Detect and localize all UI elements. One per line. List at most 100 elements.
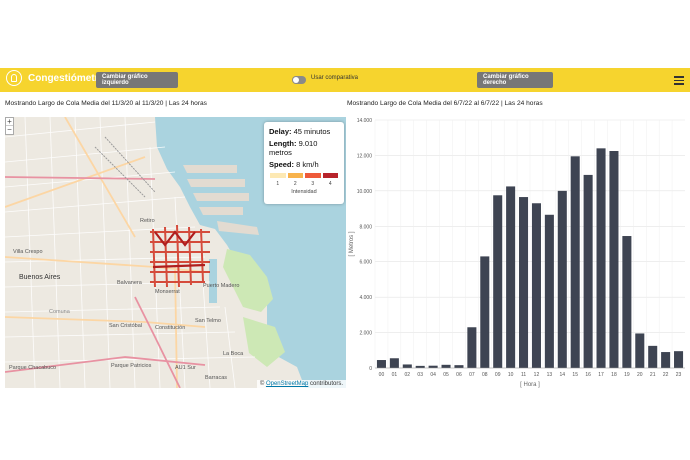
intensity-label-4: 4: [328, 181, 332, 187]
bar: [480, 256, 490, 368]
x-tick-label: 06: [456, 372, 462, 378]
svg-text:Parque Patricios: Parque Patricios: [111, 363, 152, 369]
svg-text:Comuna: Comuna: [49, 309, 71, 315]
bar: [415, 365, 425, 368]
x-tick-label: 14: [560, 372, 566, 378]
y-tick-label: 0: [369, 366, 372, 372]
x-tick-label: 16: [585, 372, 591, 378]
bar: [454, 365, 464, 368]
x-tick-label: 04: [430, 372, 436, 378]
map-attribution: © OpenStreetMap contributors.: [256, 380, 346, 388]
x-tick-label: 22: [663, 372, 669, 378]
bar: [661, 352, 671, 368]
svg-text:Buenos Aires: Buenos Aires: [19, 274, 61, 281]
y-tick-label: 6.000: [359, 260, 372, 266]
change-right-chart-button[interactable]: Cambiar gráfico derecho: [477, 72, 553, 88]
bar: [596, 148, 606, 368]
left-caption: Mostrando Largo de Cola Media del 11/3/2…: [5, 100, 207, 107]
x-tick-label: 17: [598, 372, 604, 378]
bar: [493, 195, 503, 368]
y-tick-label: 2.000: [359, 331, 372, 337]
x-tick-label: 09: [495, 372, 501, 378]
intensity-label-3: 3: [311, 181, 315, 187]
navbar: Congestiómetro Cambiar gráfico izquierdo…: [0, 68, 690, 92]
svg-text:Balvanera: Balvanera: [117, 280, 143, 286]
bar: [557, 190, 567, 368]
map-zoom-control: + −: [5, 117, 14, 135]
bar: [609, 151, 619, 368]
intensity-label-1: 1: [276, 181, 280, 187]
comparison-toggle-label: Usar comparativa: [311, 75, 359, 81]
comparison-toggle[interactable]: [292, 76, 306, 84]
x-tick-label: 08: [482, 372, 488, 378]
attribution-suffix: contributors.: [309, 381, 343, 387]
bar: [674, 351, 684, 368]
y-tick-label: 4.000: [359, 295, 372, 301]
bar: [428, 365, 438, 368]
delay-label: Delay:: [269, 127, 292, 136]
brand[interactable]: Congestiómetro: [6, 70, 105, 86]
toggle-knob: [293, 77, 299, 83]
x-tick-label: 00: [379, 372, 385, 378]
speed-label: Speed:: [269, 160, 295, 169]
bar: [519, 197, 529, 368]
x-tick-label: 13: [547, 372, 553, 378]
x-tick-label: 15: [572, 372, 578, 378]
x-tick-label: 23: [676, 372, 682, 378]
hamburger-menu-icon[interactable]: [674, 76, 684, 87]
x-tick-label: 10: [508, 372, 514, 378]
intensity-title: Intensidad: [291, 189, 317, 195]
svg-text:Constitución: Constitución: [155, 325, 185, 331]
intensity-swatch-4: [321, 172, 339, 179]
y-tick-label: 8.000: [359, 224, 372, 230]
x-axis-label: [ Hora ]: [520, 382, 540, 388]
bar: [531, 203, 541, 368]
hourly-queue-chart: 0 2.000 4.000 6.000 8.000 10.000 12.000 14.000 0…: [349, 118, 685, 388]
bar: [402, 364, 412, 368]
svg-text:Puerto Madero: Puerto Madero: [203, 283, 239, 289]
x-tick-label: 19: [624, 372, 630, 378]
intensity-swatch-1: [269, 172, 287, 179]
svg-text:La Boca: La Boca: [223, 351, 244, 357]
bar: [441, 364, 451, 368]
y-axis-label: [ Metros ]: [349, 231, 355, 256]
svg-text:AU1 Sur: AU1 Sur: [175, 365, 196, 371]
speed-value: 8 km/h: [296, 160, 319, 169]
attribution-prefix: ©: [259, 381, 265, 387]
right-caption: Mostrando Largo de Cola Media del 6/7/22…: [347, 100, 543, 107]
bar: [648, 345, 658, 368]
x-tick-label: 07: [469, 372, 475, 378]
x-tick-label: 11: [521, 372, 526, 378]
intensity-scale: [269, 172, 339, 179]
bar: [635, 333, 645, 368]
y-tick-label: 12.000: [357, 153, 373, 159]
x-tick-label: 12: [534, 372, 540, 378]
zoom-out-button[interactable]: −: [6, 126, 13, 134]
osm-link[interactable]: OpenStreetMap: [266, 381, 308, 387]
x-tick-label: 01: [392, 372, 398, 378]
intensity-label-2: 2: [293, 181, 297, 187]
svg-text:Barracas: Barracas: [205, 375, 227, 381]
x-tick-label: 20: [637, 372, 643, 378]
svg-text:San Telmo: San Telmo: [195, 318, 221, 324]
x-tick-label: 18: [611, 372, 617, 378]
x-tick-label: 03: [417, 372, 423, 378]
bar: [544, 214, 554, 368]
change-left-chart-button[interactable]: Cambiar gráfico izquierdo: [96, 72, 178, 88]
svg-text:Monserrat: Monserrat: [155, 289, 180, 295]
y-tick-label: 10.000: [357, 189, 373, 195]
brand-logo-icon: [6, 70, 22, 86]
intensity-swatch-3: [304, 172, 322, 179]
bar: [506, 186, 516, 368]
x-tick-label: 05: [443, 372, 449, 378]
traffic-map[interactable]: Retiro Villa Crespo Buenos Aires Balvane…: [5, 117, 346, 388]
x-tick-label: 02: [405, 372, 411, 378]
x-tick-label: 21: [650, 372, 656, 378]
brand-name: Congestiómetro: [28, 72, 105, 84]
bar: [376, 360, 386, 368]
intensity-swatch-2: [286, 172, 304, 179]
bar: [389, 358, 399, 368]
map-legend: Delay: 45 minutos Length: 9.010 metros S…: [264, 122, 344, 204]
bar: [467, 327, 477, 368]
bar: [583, 174, 593, 368]
